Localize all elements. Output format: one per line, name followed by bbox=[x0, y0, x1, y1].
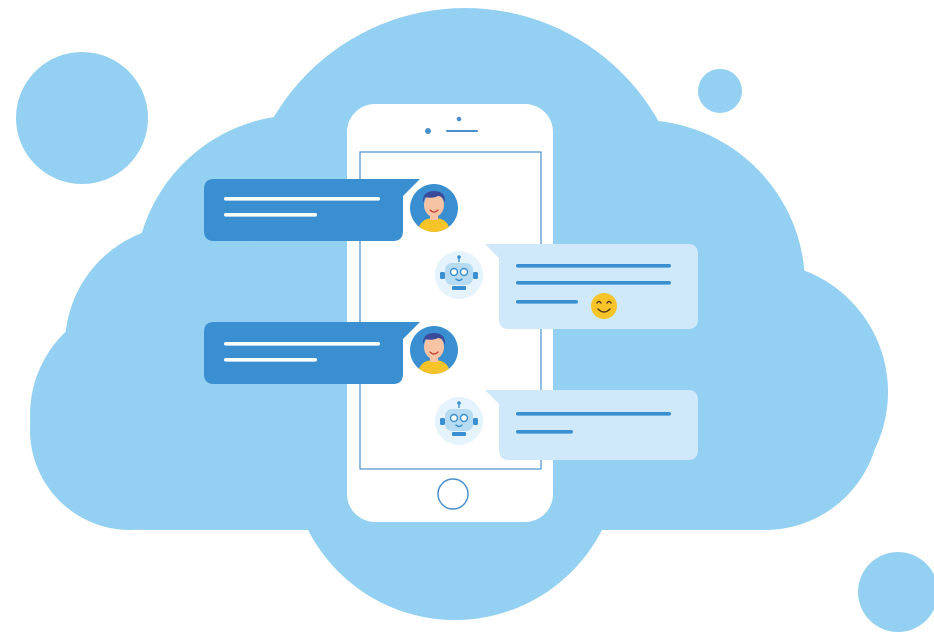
illustration-canvas bbox=[16, 8, 934, 632]
user-text-line bbox=[224, 213, 317, 217]
robot-eye-right bbox=[459, 267, 469, 277]
robot-neck bbox=[452, 432, 466, 436]
bot-text-line bbox=[516, 281, 671, 285]
robot-head bbox=[445, 263, 473, 285]
user-text-line bbox=[224, 197, 380, 201]
floating-circle-small bbox=[698, 69, 742, 113]
bot-text-line bbox=[516, 412, 671, 416]
user-bubble bbox=[204, 322, 420, 384]
bot-bubble bbox=[485, 244, 698, 329]
bot-bubble bbox=[485, 390, 698, 460]
robot-avatar-icon bbox=[435, 397, 483, 445]
antenna-tip bbox=[457, 401, 461, 405]
robot-ear-right bbox=[473, 418, 478, 425]
phone-sensor bbox=[456, 116, 462, 122]
bot-text-line bbox=[516, 264, 671, 268]
bot-text-line bbox=[516, 300, 578, 304]
robot-neck bbox=[452, 286, 466, 290]
chatbot-illustration bbox=[0, 0, 934, 633]
robot-ear-left bbox=[440, 418, 445, 425]
antenna-tip bbox=[457, 255, 461, 259]
smiley-emoji-icon bbox=[591, 293, 617, 319]
robot-head bbox=[445, 409, 473, 431]
robot-avatar-icon bbox=[435, 251, 483, 299]
floating-circle-left bbox=[16, 52, 148, 184]
phone-camera-icon bbox=[425, 128, 431, 134]
emoji-face bbox=[591, 293, 617, 319]
robot-ear-right bbox=[473, 272, 478, 279]
robot-eye-right bbox=[459, 413, 469, 423]
user-text-line bbox=[224, 358, 317, 362]
robot-eye-left bbox=[449, 413, 459, 423]
floating-circle-bottom-right bbox=[858, 552, 934, 632]
robot-ear-left bbox=[440, 272, 445, 279]
user-text-line bbox=[224, 342, 380, 346]
bot-text-line bbox=[516, 430, 573, 434]
robot-eye-left bbox=[449, 267, 459, 277]
user-bubble bbox=[204, 179, 420, 241]
